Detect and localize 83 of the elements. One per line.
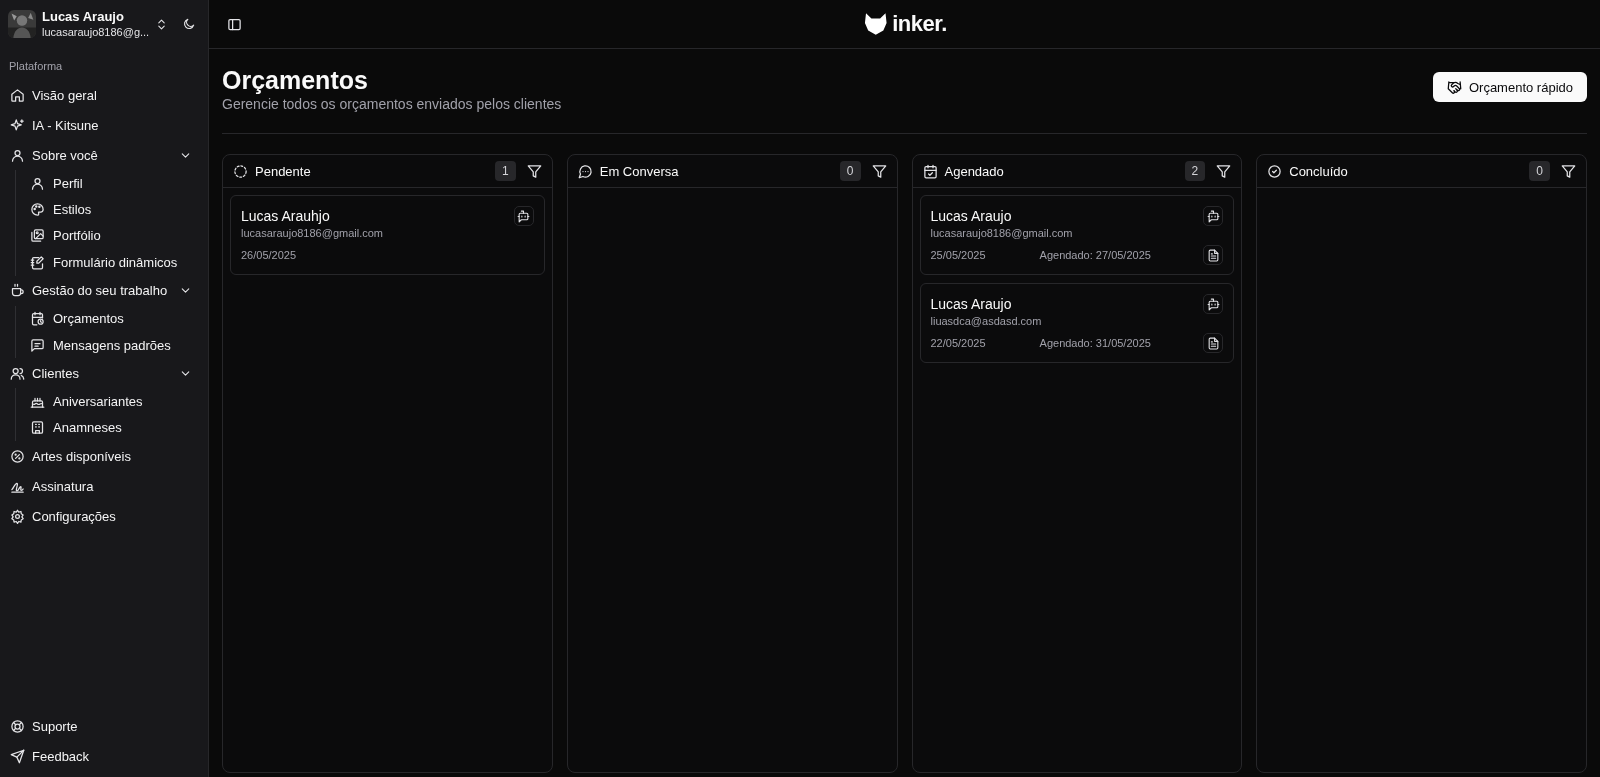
sidebar-subitem[interactable]: Orçamentos	[28, 305, 200, 332]
circle-check-icon	[1267, 163, 1283, 179]
column-title: Pendente	[255, 163, 312, 179]
request-date: 25/05/2025	[930, 249, 986, 261]
chat-button[interactable]	[513, 206, 534, 226]
sidebar-item[interactable]: Visão geral	[8, 80, 200, 110]
sidebar-item[interactable]: Suporte	[8, 712, 200, 742]
sidebar-subitem[interactable]: Portfólio	[28, 222, 200, 250]
chat-button[interactable]	[1203, 294, 1224, 314]
sidebar-subitem[interactable]: Anamneses	[28, 414, 200, 442]
count-badge: 1	[495, 161, 516, 181]
lifebuoy-icon	[10, 719, 25, 735]
document-button[interactable]	[1203, 245, 1224, 265]
moon-icon[interactable]	[182, 17, 197, 31]
sidebar-item[interactable]: Configurações	[8, 501, 200, 532]
chat-button[interactable]	[1203, 206, 1224, 226]
sidebar-item[interactable]: Clientes	[8, 358, 200, 389]
client-name: Lucas Araujo	[930, 208, 1012, 224]
filter-icon[interactable]	[871, 163, 887, 179]
page-subtitle: Gerencie todos os orçamentos enviados pelos clientes	[222, 95, 562, 113]
bot-message-icon	[517, 209, 531, 223]
bot-message-icon	[1206, 297, 1220, 311]
section-label: Plataforma	[8, 60, 64, 74]
count-badge: 0	[839, 161, 861, 181]
images-icon	[30, 228, 45, 244]
dashed-circle-icon	[233, 163, 248, 179]
sidebar-subitem[interactable]: Formulário dinâmicos	[28, 249, 200, 276]
sidebar-subitem[interactable]: Mensagens padrões	[28, 331, 200, 359]
sidebar-item[interactable]: Gestão do seu trabalho	[8, 275, 200, 306]
user-icon	[10, 147, 25, 163]
user-name: Lucas Araujo	[42, 9, 125, 25]
users-icon	[10, 365, 25, 381]
building-icon	[30, 420, 45, 436]
quick-quote-button[interactable]: Orçamento rápido	[1432, 72, 1587, 102]
column-title: Agendado	[944, 163, 1005, 179]
column-title: Em Conversa	[599, 163, 680, 179]
scheduled-date: Agendado: 27/05/2025	[1039, 249, 1152, 261]
send-icon	[10, 748, 25, 764]
sidebar-subitem[interactable]: Estilos	[28, 196, 200, 223]
request-date: 26/05/2025	[241, 249, 297, 261]
house-icon	[10, 87, 25, 103]
request-date: 22/05/2025	[930, 337, 986, 349]
column-title: Concluído	[1289, 163, 1349, 179]
sidebar-item[interactable]: Sobre você	[8, 140, 200, 170]
sidebar-subitem[interactable]: Aniversariantes	[28, 388, 200, 415]
sidebar-item[interactable]: IA - Kitsune	[8, 110, 200, 140]
sidebar-toggle-icon[interactable]	[227, 16, 242, 32]
sidebar-item[interactable]: Assinatura	[8, 471, 200, 502]
coffee-icon	[10, 283, 25, 299]
file-text-icon	[1206, 248, 1220, 262]
notebook-pen-icon	[30, 254, 45, 270]
badge-percent-icon	[10, 448, 25, 464]
sidebar-item[interactable]: Artes disponíveis	[8, 441, 200, 472]
bot-message-icon	[1206, 209, 1220, 223]
quote-card[interactable]: Lucas Araujo liuasdca@asdasd.com 22/05/2025 Agendado: 31/05/2025	[919, 283, 1235, 363]
settings-icon	[10, 508, 25, 524]
client-email: liuasdca@asdasd.com	[930, 315, 1043, 327]
handshake-icon	[1446, 79, 1462, 95]
client-email: lucasaraujo8186@gmail.com	[241, 227, 385, 239]
filter-icon[interactable]	[1561, 163, 1576, 179]
fox-icon	[862, 11, 889, 37]
sidebar-item[interactable]: Feedback	[8, 741, 200, 771]
quote-card[interactable]: Lucas Araujo lucasaraujo8186@gmail.com 25/05/2025 Agendado: 27/05/2025	[919, 195, 1235, 275]
palette-icon	[30, 202, 45, 218]
client-name: Lucas Arauhjo	[241, 208, 330, 224]
user-icon	[30, 175, 45, 191]
count-badge: 2	[1184, 161, 1206, 181]
filter-icon[interactable]	[526, 163, 542, 179]
client-name: Lucas Araujo	[930, 296, 1012, 312]
calendar-clock-icon	[30, 311, 45, 327]
calendar-check-icon	[922, 163, 938, 179]
client-email: lucasaraujo8186@gmail.com	[930, 227, 1074, 239]
sparkles-icon	[10, 117, 25, 133]
file-text-icon	[1206, 336, 1220, 350]
count-badge: 0	[1529, 161, 1550, 181]
logo-text: inker.	[892, 11, 947, 37]
quote-card[interactable]: Lucas Arauhjo lucasaraujo8186@gmail.com 26/05/2025	[230, 195, 545, 275]
sidebar-subitem[interactable]: Perfil	[28, 170, 200, 197]
filter-icon[interactable]	[1216, 163, 1232, 179]
page-title: Orçamentos	[222, 65, 369, 95]
user-email: lucasaraujo8186@g...	[42, 25, 150, 39]
scheduled-date: Agendado: 31/05/2025	[1039, 337, 1152, 349]
document-button[interactable]	[1203, 333, 1224, 353]
